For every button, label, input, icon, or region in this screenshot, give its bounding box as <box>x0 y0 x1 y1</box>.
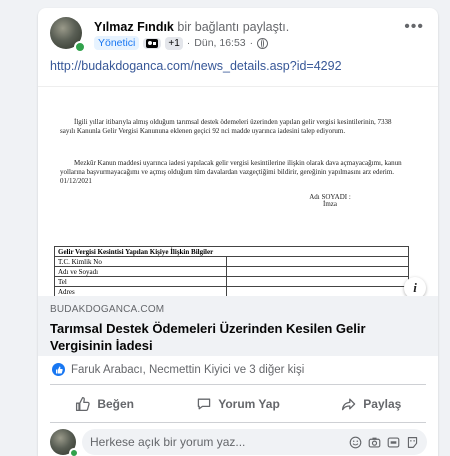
emoji-icon[interactable] <box>349 436 362 449</box>
online-status-indicator <box>69 448 79 456</box>
link-preview-image[interactable]: İlgili yıllar itibarıyla almış olduğum t… <box>38 86 438 297</box>
divider <box>50 384 426 385</box>
post-time[interactable]: Dün, 16:53 <box>194 37 245 49</box>
comment-tools <box>349 436 419 449</box>
thumbs-up-icon <box>76 396 91 412</box>
reactions-names[interactable]: Faruk Arabacı, Necmettin Kiyici ve 3 diğ… <box>71 364 304 376</box>
post-header: Yılmaz Fındık bir bağlantı paylaştı. <box>94 20 289 34</box>
post-actions: Beğen Yorum Yap Paylaş <box>38 389 438 419</box>
share-button[interactable]: Paylaş <box>305 389 438 419</box>
share-icon <box>342 398 356 411</box>
comment-composer[interactable] <box>82 429 427 455</box>
badge-count[interactable]: +1 <box>165 36 183 50</box>
post-action-text: bir bağlantı paylaştı. <box>177 20 290 34</box>
comment-label: Yorum Yap <box>218 397 280 411</box>
document-paragraph-1: İlgili yıllar itibarıyla almış olduğum t… <box>60 118 392 135</box>
member-badge-icon[interactable] <box>143 37 162 49</box>
more-options-icon[interactable]: ••• <box>404 19 424 35</box>
divider <box>50 422 426 423</box>
document-table-header: Gelir Vergisi Kesintisi Yapılan Kişiye İ… <box>54 246 409 257</box>
document-paragraph-2: Mezkûr Kanun maddesi uyarınca iadesi yap… <box>60 159 402 185</box>
table-row: Adres <box>54 286 227 297</box>
online-status-indicator <box>74 41 86 53</box>
link-preview-caption[interactable]: BUDAKDOGANCA.COM Tarımsal Destek Ödemele… <box>38 296 438 356</box>
document-table: Gelir Vergisi Kesintisi Yapılan Kişiye İ… <box>54 246 409 297</box>
reactions-summary[interactable]: Faruk Arabacı, Necmettin Kiyici ve 3 diğ… <box>52 363 304 376</box>
comment-button[interactable]: Yorum Yap <box>171 389 304 419</box>
preview-title: Tarımsal Destek Ödemeleri Üzerinden Kesi… <box>50 321 366 353</box>
table-row: Adı ve Soyadı <box>54 266 227 277</box>
gif-icon[interactable] <box>387 436 400 449</box>
sticker-icon[interactable] <box>406 436 419 449</box>
comment-icon <box>197 398 211 410</box>
share-label: Paylaş <box>363 397 402 411</box>
author-name[interactable]: Yılmaz Fındık <box>94 20 174 34</box>
document-signature-label: İmza <box>323 200 337 208</box>
like-label: Beğen <box>97 397 134 411</box>
comment-input[interactable] <box>82 434 332 450</box>
meta-separator: · <box>186 37 191 49</box>
shared-link[interactable]: http://budakdoganca.com/news_details.asp… <box>50 59 342 73</box>
camera-icon[interactable] <box>368 436 381 449</box>
like-button[interactable]: Beğen <box>38 389 171 419</box>
preview-domain: BUDAKDOGANCA.COM <box>50 304 165 315</box>
globe-icon <box>257 37 269 49</box>
meta-separator-2: · <box>249 37 254 49</box>
like-reaction-icon <box>52 363 65 376</box>
table-row: T.C. Kimlik No <box>54 256 227 267</box>
admin-badge[interactable]: Yönetici <box>94 36 140 50</box>
post-card: Yılmaz Fındık bir bağlantı paylaştı. Yön… <box>38 8 438 456</box>
table-row: Tel <box>54 276 227 287</box>
post-meta: Yönetici +1 · Dün, 16:53 · <box>94 36 269 50</box>
